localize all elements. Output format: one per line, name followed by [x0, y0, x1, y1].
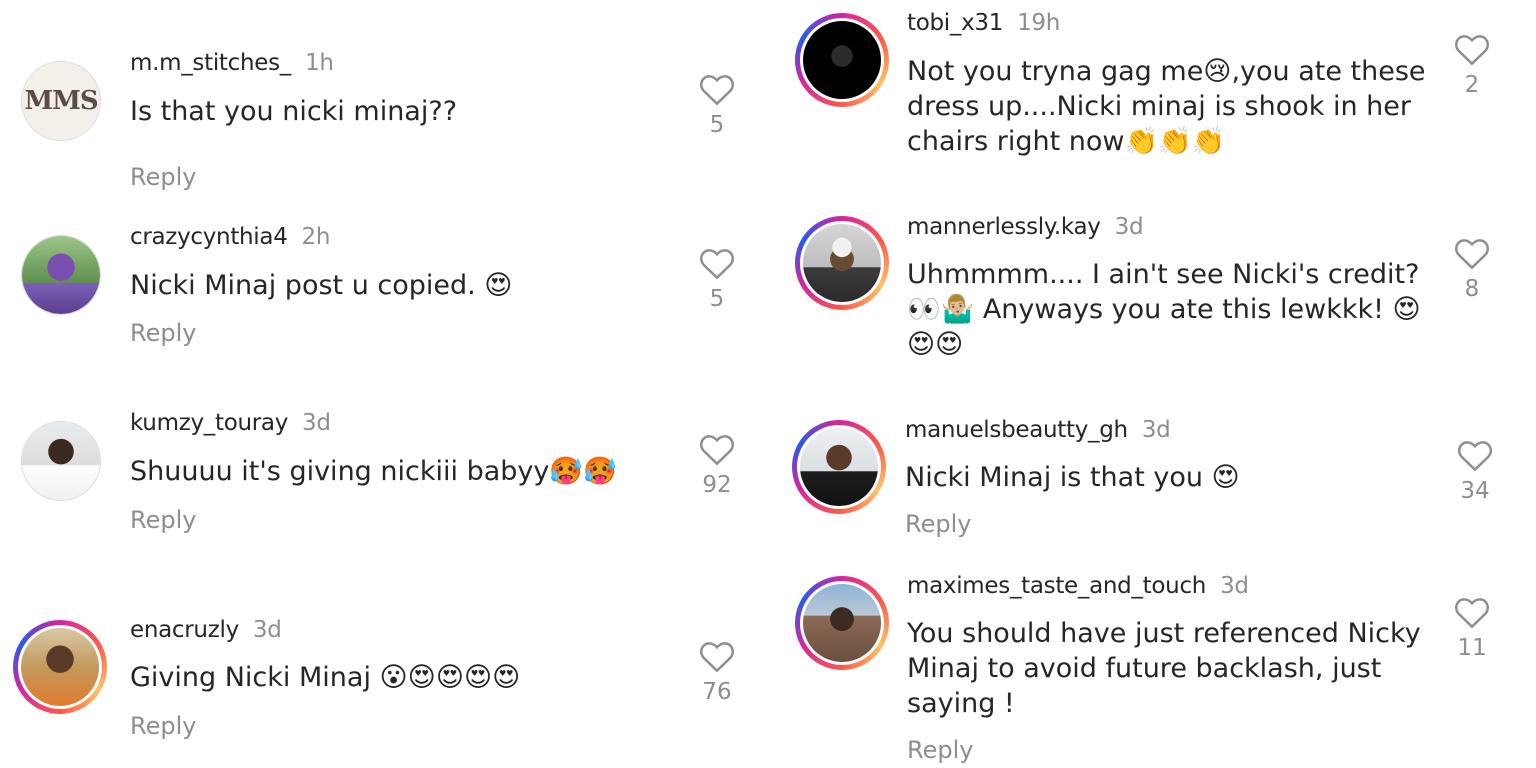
reply-button[interactable]: Reply	[130, 712, 196, 740]
username[interactable]: m.m_stitches_	[130, 50, 291, 76]
avatar[interactable]	[21, 421, 101, 501]
avatar[interactable]: MMS	[21, 61, 101, 141]
avatar-logo-text: MMS	[24, 86, 98, 116]
avatar-story-ring[interactable]	[795, 216, 889, 310]
timestamp: 19h	[1017, 10, 1061, 36]
comment-text-line: 👀🤷🏼‍♂️ Anyways you ate this lewkkk! 😍	[907, 294, 1421, 325]
comment-text-line: Nicki Minaj is that you 😍	[905, 462, 1240, 493]
username[interactable]: tobi_x31	[907, 10, 1003, 36]
avatar-story-ring[interactable]	[795, 576, 889, 670]
reply-button[interactable]: Reply	[130, 319, 196, 347]
comment-header: kumzy_touray 3d	[130, 410, 331, 436]
comment-header: tobi_x31 19h	[907, 10, 1060, 36]
username[interactable]: maximes_taste_and_touch	[907, 573, 1206, 599]
comment-text-line: You should have just referenced Nicky	[907, 618, 1421, 649]
comment-text-line: Uhmmmm.... I ain't see Nicki's credit?	[907, 259, 1420, 290]
timestamp: 3d	[302, 410, 331, 436]
heart-outline-icon[interactable]	[698, 246, 736, 280]
comment-header: enacruzly 3d	[130, 617, 282, 643]
comment-text: Nicki Minaj is that you 😍	[905, 460, 1240, 495]
comment-text: Uhmmmm.... I ain't see Nicki's credit? 👀…	[907, 257, 1421, 362]
comment-header: m.m_stitches_ 1h	[130, 50, 334, 76]
comment-text: You should have just referenced Nicky Mi…	[907, 616, 1421, 721]
username[interactable]: mannerlessly.kay	[907, 214, 1101, 240]
timestamp: 2h	[301, 224, 331, 250]
comment-text: Shuuuu it's giving nickiii babyy🥵🥵	[130, 456, 617, 487]
like-button[interactable]: 8	[1447, 236, 1497, 302]
comment-text: Not you tryna gag me😢,you ate these dres…	[907, 54, 1426, 159]
comment-text-line: Minaj to avoid future backlash, just	[907, 653, 1382, 684]
avatar[interactable]	[21, 235, 101, 315]
heart-outline-icon[interactable]	[1453, 236, 1491, 270]
reply-button[interactable]: Reply	[907, 736, 973, 764]
comment-text-line: dress up....Nicki minaj is shook in her	[907, 91, 1411, 122]
timestamp: 1h	[305, 50, 334, 76]
like-count: 5	[709, 286, 725, 312]
comment-header: mannerlessly.kay 3d	[907, 214, 1144, 240]
like-count: 76	[702, 679, 732, 705]
timestamp: 3d	[1141, 417, 1171, 443]
like-count: 5	[709, 112, 725, 138]
comment-header: crazycynthia4 2h	[130, 224, 330, 250]
like-button[interactable]: 34	[1450, 438, 1500, 504]
timestamp: 3d	[1114, 214, 1144, 240]
timestamp: 3d	[1220, 573, 1249, 599]
username[interactable]: kumzy_touray	[130, 410, 288, 436]
like-button[interactable]: 92	[692, 432, 742, 498]
heart-outline-icon[interactable]	[1453, 595, 1491, 629]
avatar-story-ring[interactable]	[792, 420, 886, 514]
heart-outline-icon[interactable]	[698, 432, 736, 466]
comment-text-line: Not you tryna gag me😢,you ate these	[907, 56, 1426, 87]
reply-button[interactable]: Reply	[130, 506, 196, 534]
like-count: 11	[1457, 635, 1487, 661]
comment-text: Is that you nicki minaj??	[130, 96, 458, 127]
like-button[interactable]: 11	[1447, 595, 1497, 661]
comment-text: Giving Nicki Minaj 😮😍😍😍😍	[130, 662, 521, 693]
heart-outline-icon[interactable]	[1453, 32, 1491, 66]
like-button[interactable]: 76	[692, 639, 742, 705]
username[interactable]: manuelsbeautty_gh	[905, 417, 1128, 443]
timestamp: 3d	[252, 617, 282, 643]
comment-header: maximes_taste_and_touch 3d	[907, 573, 1249, 599]
comment-text-line: saying !	[907, 688, 1015, 719]
like-button[interactable]: 5	[692, 72, 742, 138]
like-count: 2	[1464, 72, 1480, 98]
like-count: 92	[702, 472, 732, 498]
avatar-story-ring[interactable]	[795, 13, 889, 107]
avatar-story-ring[interactable]	[13, 620, 107, 714]
comment-text-line: chairs right now👏👏👏	[907, 126, 1226, 157]
username[interactable]: crazycynthia4	[130, 224, 288, 250]
like-button[interactable]: 5	[692, 246, 742, 312]
comment-text-line: 😍😍	[907, 329, 964, 360]
reply-button[interactable]: Reply	[905, 510, 971, 538]
username[interactable]: enacruzly	[130, 617, 239, 643]
reply-button[interactable]: Reply	[130, 163, 196, 191]
heart-outline-icon[interactable]	[1456, 438, 1494, 472]
comment-header: manuelsbeautty_gh 3d	[905, 417, 1171, 443]
heart-outline-icon[interactable]	[698, 639, 736, 673]
like-count: 8	[1464, 276, 1480, 302]
heart-outline-icon[interactable]	[698, 72, 736, 106]
like-button[interactable]: 2	[1447, 32, 1497, 98]
like-count: 34	[1460, 478, 1490, 504]
comment-text: Nicki Minaj post u copied. 😍	[130, 270, 513, 301]
